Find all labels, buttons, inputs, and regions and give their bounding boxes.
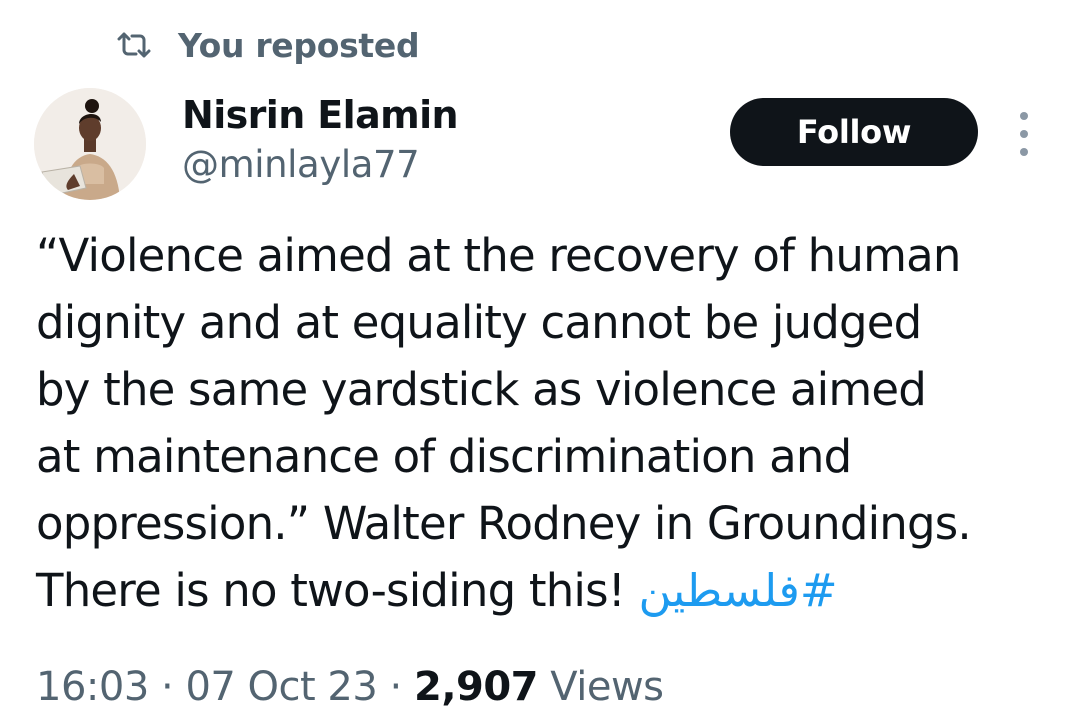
meta-separator: · (161, 664, 174, 710)
tweet-date[interactable]: 07 Oct 23 (185, 664, 377, 710)
tweet-meta: 16:03 · 07 Oct 23 · 2,907 Views (36, 664, 664, 710)
tweet-text-last-line: There is no two-siding this! #فلسطين (36, 557, 1066, 624)
more-vertical-icon (1020, 112, 1028, 120)
tweet-text-line: at maintenance of discrimination and (36, 430, 852, 483)
tweet-text-line: oppression.” Walter Rodney in Groundings… (36, 497, 972, 550)
tweet-text-line: dignity and at equality cannot be judged (36, 296, 922, 349)
tweet-text-line: There is no two-siding this! (36, 564, 639, 617)
more-options-button[interactable] (1008, 112, 1040, 156)
repost-icon (116, 29, 152, 61)
repost-header: You reposted (116, 22, 420, 68)
more-vertical-icon-dot (1020, 148, 1028, 156)
hashtag-link[interactable]: #فلسطين (639, 564, 838, 617)
repost-label: You reposted (178, 25, 420, 65)
more-vertical-icon-dot (1020, 130, 1028, 138)
avatar[interactable] (34, 88, 146, 200)
tweet-text-line: by the same yardstick as violence aimed (36, 363, 927, 416)
views-label: Views (550, 664, 664, 710)
follow-button[interactable]: Follow (730, 98, 978, 166)
views-count: 2,907 (413, 664, 539, 710)
meta-separator-2: · (389, 664, 403, 710)
tweet-time[interactable]: 16:03 (36, 664, 149, 710)
author-handle[interactable]: @minlayla77 (182, 143, 420, 186)
tweet-text: “Violence aimed at the recovery of human… (36, 222, 1066, 624)
tweet-text-line: “Violence aimed at the recovery of human (36, 229, 961, 282)
author-name[interactable]: Nisrin Elamin (182, 93, 459, 137)
